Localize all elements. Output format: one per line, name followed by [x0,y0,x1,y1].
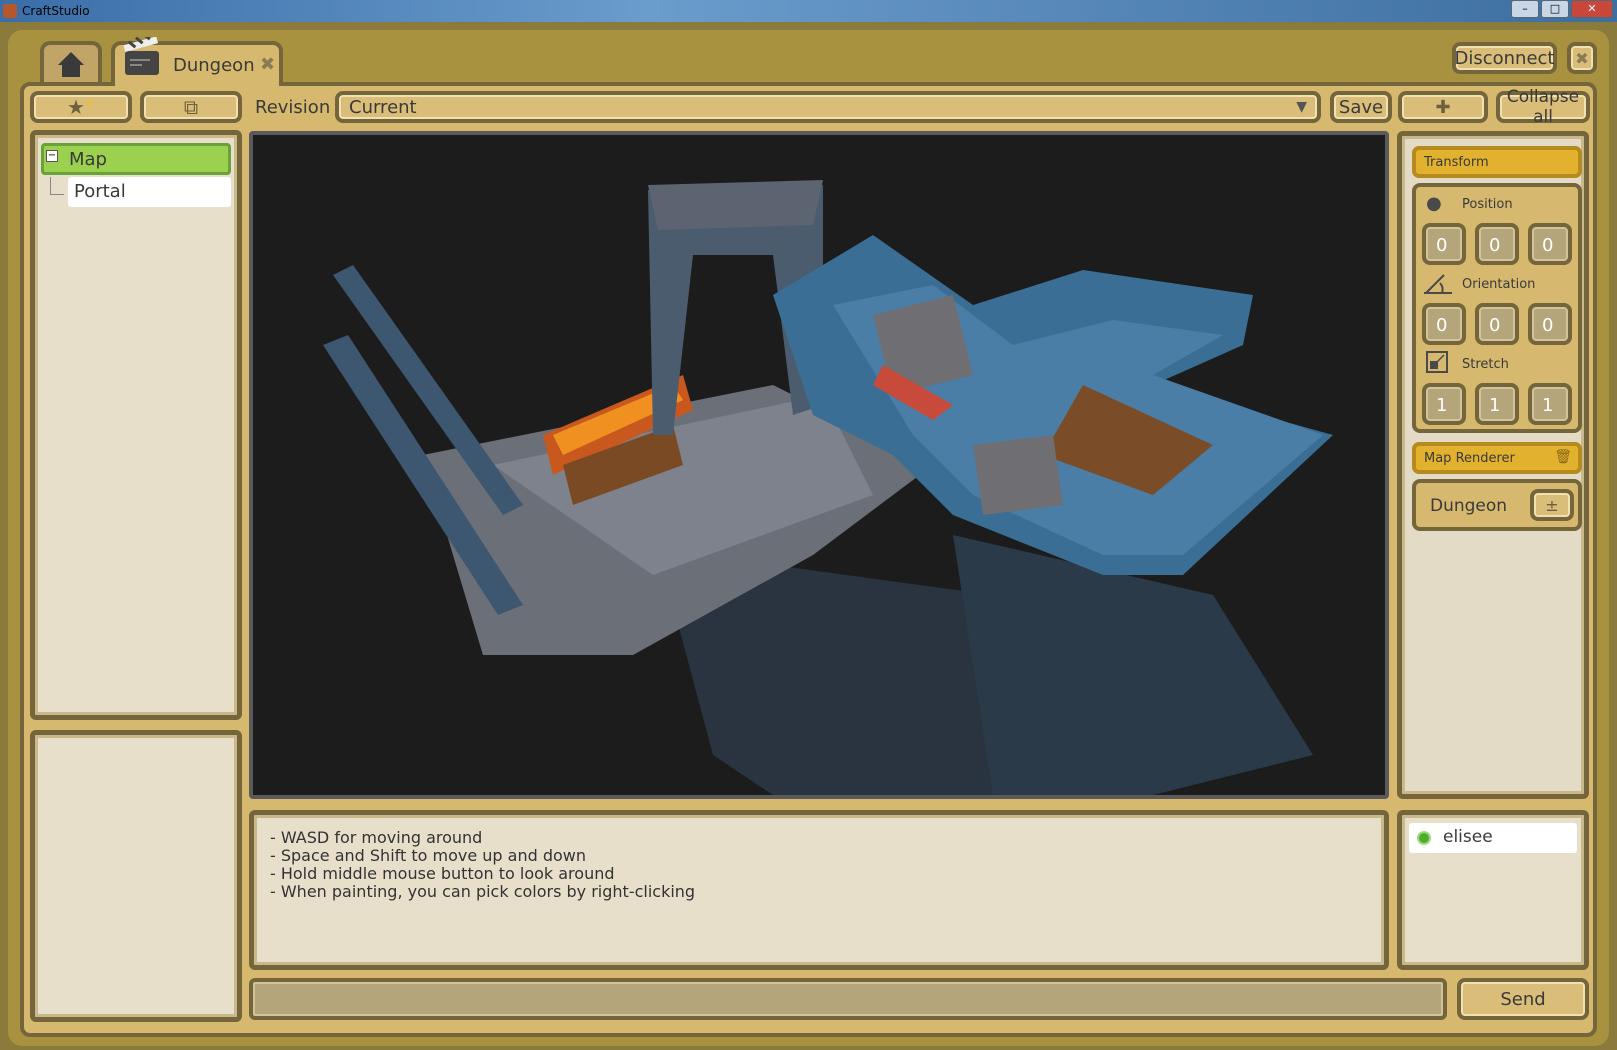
stretch-label: Stretch [1462,357,1509,372]
orientation-x-input[interactable]: 0 [1422,303,1466,345]
orientation-z-input[interactable]: 0 [1528,303,1572,345]
chat-log: - WASD for moving around - Space and Shi… [249,810,1389,970]
inspector-panel: Transform ● Position 0 0 0 Orientation 0… [1397,131,1589,799]
collapse-all-button[interactable]: Collapse all [1496,87,1590,127]
position-y-input[interactable]: 0 [1475,223,1519,265]
maximize-button[interactable]: □ [1541,0,1569,18]
send-button[interactable]: Send [1457,978,1589,1020]
sync-icon: ⧉ [183,95,199,119]
3d-viewport[interactable] [249,131,1389,799]
position-z-input[interactable]: 0 [1528,223,1572,265]
clapperboard-icon [123,37,159,75]
close-project-button[interactable]: ✖ [1567,42,1597,74]
tree-item-label: Portal [74,181,126,202]
map-renderer-label: Map Renderer [1424,451,1515,466]
map-asset-name: Dungeon [1430,496,1508,516]
user-name: elisee [1443,827,1493,847]
home-tab[interactable] [40,41,102,83]
users-panel: elisee [1397,810,1589,970]
tab-close-icon[interactable]: ✖ [260,54,275,75]
revision-label: Revision [255,97,331,118]
user-item[interactable]: elisee [1409,823,1577,853]
tree-item-map[interactable]: − Map [41,143,231,175]
position-x-input[interactable]: 0 [1422,223,1466,265]
window-title: CraftStudio [22,4,90,18]
stretch-y-input[interactable]: 1 [1475,383,1519,425]
home-icon [58,52,84,77]
online-status-icon [1417,831,1431,845]
map-renderer-header[interactable]: Map Renderer 🗑 [1412,442,1582,474]
map-pin-icon: ● [1426,193,1442,214]
revision-select[interactable]: Current ▼ [335,91,1321,123]
add-component-button[interactable]: ✚ [1398,91,1488,123]
tree-item-label: Map [69,149,107,170]
stretch-z-input[interactable]: 1 [1528,383,1572,425]
scene-tree: − Map Portal [30,130,242,720]
dungeon-scene [323,180,1333,795]
tab-dungeon[interactable]: Dungeon ✖ [111,37,283,86]
trash-icon[interactable]: 🗑 [1554,449,1572,465]
chat-input[interactable] [249,978,1447,1020]
disconnect-button[interactable]: Disconnect [1452,42,1557,74]
minimize-button[interactable]: – [1511,0,1539,18]
chat-line: - WASD for moving around [270,828,483,847]
window-titlebar: CraftStudio – □ ✕ [0,0,1617,22]
transform-section: ● Position 0 0 0 Orientation 0 0 0 Stret… [1412,183,1582,433]
app-icon [3,4,17,18]
chat-line: - Space and Shift to move up and down [270,846,587,865]
orientation-label: Orientation [1462,277,1536,292]
plus-minus-icon: ± [1545,495,1559,515]
left-lower-panel [30,730,242,1022]
sync-button[interactable]: ⧉ [140,91,242,123]
tree-item-portal[interactable]: Portal [68,177,231,207]
position-label: Position [1462,197,1513,212]
puzzle-plus-icon: ✚ [1435,96,1451,118]
orientation-y-input[interactable]: 0 [1475,303,1519,345]
chevron-down-icon: ▼ [1296,99,1307,115]
stretch-x-input[interactable]: 1 [1422,383,1466,425]
transform-header[interactable]: Transform [1412,146,1582,178]
window-close-button[interactable]: ✕ [1571,0,1613,18]
star-plus-icon: ★+ [67,95,95,119]
chat-line: - Hold middle mouse button to look aroun… [270,864,615,883]
save-button[interactable]: Save [1330,91,1392,123]
revision-value: Current [349,96,417,118]
chat-line: - When painting, you can pick colors by … [270,882,696,901]
collapse-toggle-icon[interactable]: − [46,150,58,162]
tab-label: Dungeon [173,55,255,76]
add-favorite-button[interactable]: ★+ [30,91,132,123]
stretch-icon [1426,351,1448,373]
tree-connector [50,177,64,195]
map-renderer-section: Dungeon ± [1412,479,1582,531]
change-map-button[interactable]: ± [1530,489,1574,521]
angle-icon [1424,274,1452,294]
